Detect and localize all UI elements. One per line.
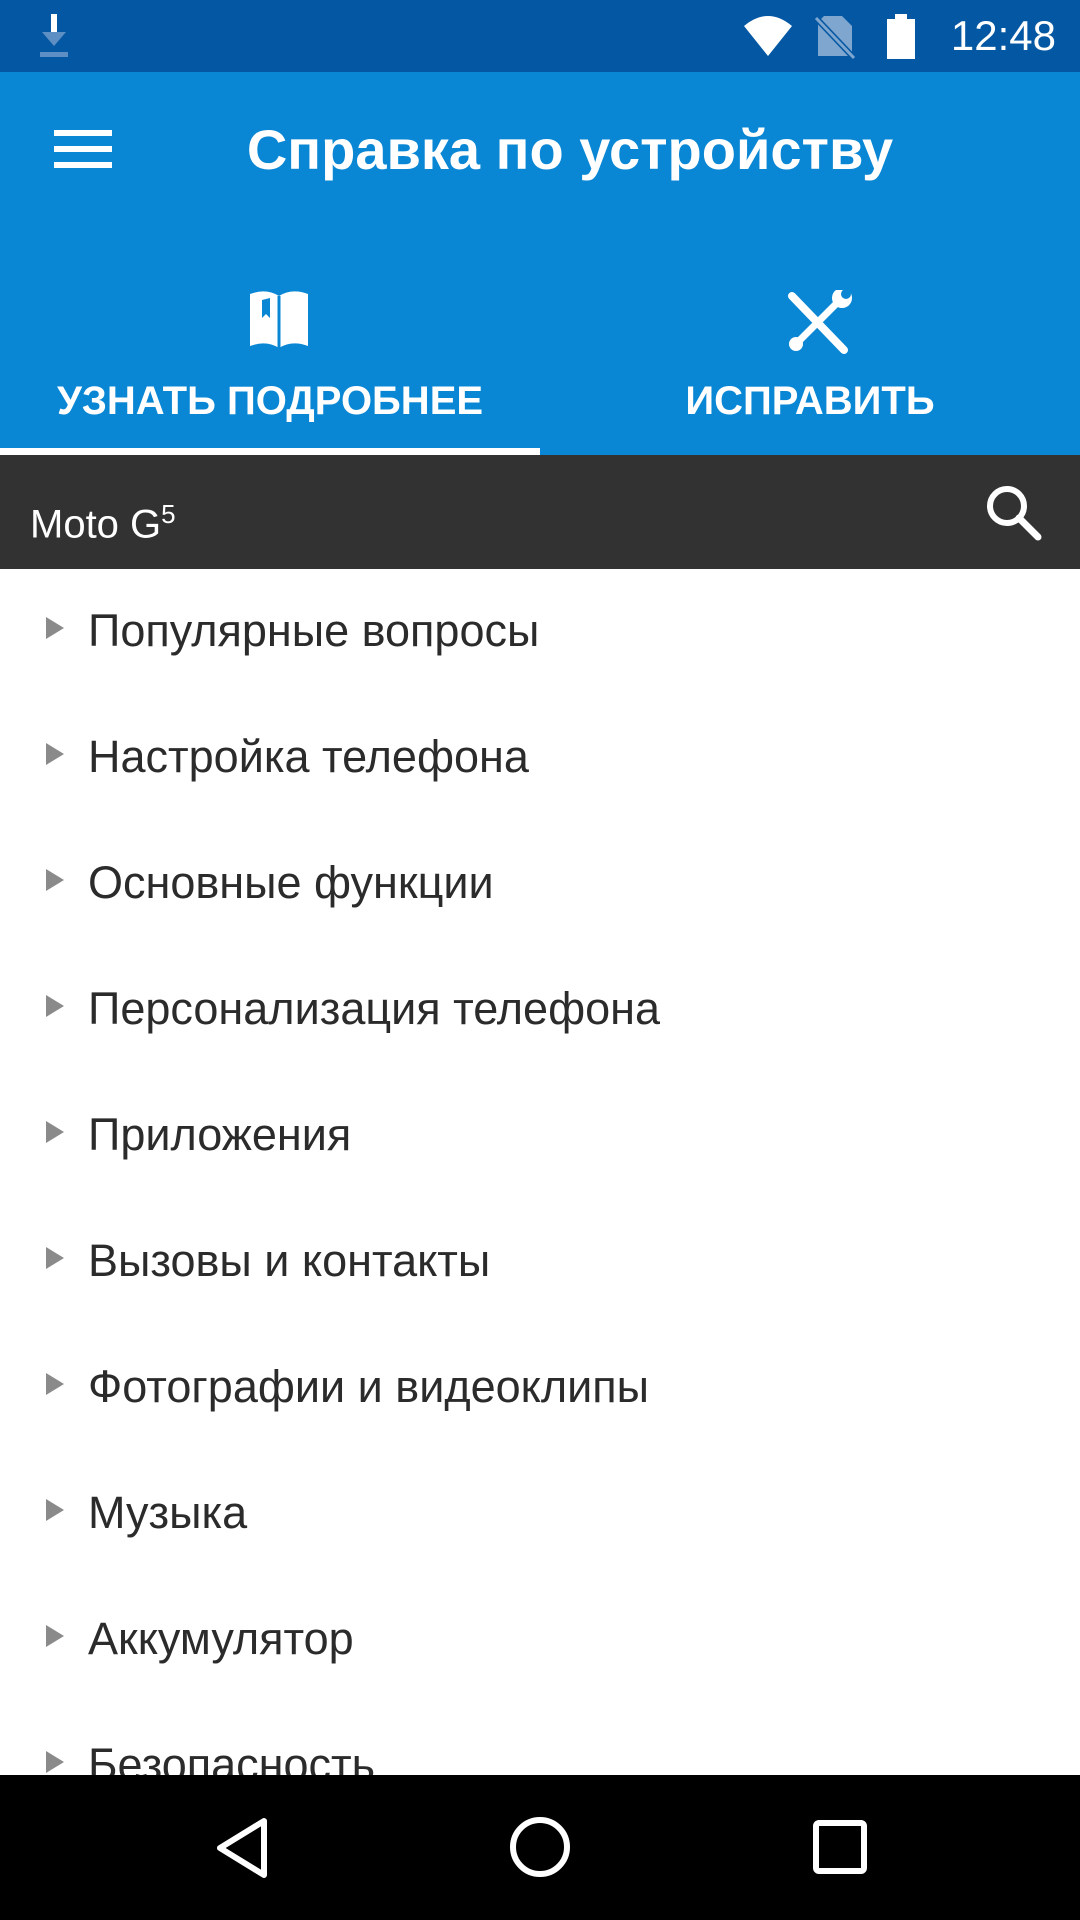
tab-indicator bbox=[0, 448, 540, 455]
no-sim-icon bbox=[814, 15, 856, 60]
list-item-label: Вызовы и контакты bbox=[88, 1235, 491, 1286]
list-item-label: Безопасность bbox=[88, 1739, 376, 1775]
list-item-label: Приложения bbox=[88, 1109, 352, 1160]
tab-fix[interactable]: ИСПРАВИТЬ bbox=[540, 288, 1080, 455]
expand-arrow-icon bbox=[46, 743, 64, 765]
home-icon[interactable] bbox=[508, 1815, 572, 1879]
wifi-icon bbox=[744, 16, 792, 56]
list-item[interactable]: Популярные вопросы bbox=[0, 569, 1080, 695]
status-clock: 12:48 bbox=[950, 12, 1056, 59]
app-title: Справка по устройству bbox=[246, 118, 894, 181]
list-item-label: Настройка телефона bbox=[88, 731, 529, 782]
list-item-label: Фотографии и видеоклипы bbox=[88, 1361, 649, 1412]
expand-arrow-icon bbox=[46, 995, 64, 1017]
tools-icon bbox=[788, 290, 852, 354]
back-icon[interactable] bbox=[212, 1815, 272, 1881]
device-name-superscript: 5 bbox=[161, 499, 176, 529]
expand-arrow-icon bbox=[46, 1247, 64, 1269]
search-icon[interactable] bbox=[984, 483, 1042, 541]
expand-arrow-icon bbox=[46, 1373, 64, 1395]
tab-label: ИСПРАВИТЬ bbox=[685, 379, 935, 423]
list-item-label: Популярные вопросы bbox=[88, 605, 540, 656]
list-item[interactable]: Персонализация телефона bbox=[0, 947, 1080, 1073]
list-item[interactable]: Музыка bbox=[0, 1451, 1080, 1577]
device-bar: Moto G5 bbox=[0, 455, 1080, 569]
expand-arrow-icon bbox=[46, 1625, 64, 1647]
list-item[interactable]: Вызовы и контакты bbox=[0, 1199, 1080, 1325]
status-bar: 12:48 bbox=[0, 0, 1080, 72]
download-icon bbox=[40, 14, 68, 57]
list-item-label: Аккумулятор bbox=[88, 1613, 354, 1664]
list-item-label: Персонализация телефона bbox=[88, 983, 660, 1034]
list-item[interactable]: Фотографии и видеоклипы bbox=[0, 1325, 1080, 1451]
tab-label: УЗНАТЬ ПОДРОБНЕЕ bbox=[56, 379, 484, 423]
list-item[interactable]: Настройка телефона bbox=[0, 695, 1080, 821]
list-item[interactable]: Безопасность bbox=[0, 1703, 1080, 1775]
device-name: Moto G5 bbox=[30, 487, 176, 546]
list-item[interactable]: Аккумулятор bbox=[0, 1577, 1080, 1703]
recents-icon[interactable] bbox=[810, 1817, 870, 1877]
battery-icon bbox=[887, 14, 915, 59]
expand-arrow-icon bbox=[46, 1751, 64, 1773]
book-icon bbox=[250, 291, 308, 348]
navigation-bar bbox=[0, 1775, 1080, 1920]
list-item-label: Музыка bbox=[88, 1487, 248, 1538]
expand-arrow-icon bbox=[46, 1499, 64, 1521]
list-item-label: Основные функции bbox=[88, 857, 494, 908]
topic-list: Популярные вопросы Настройка телефона Ос… bbox=[0, 569, 1080, 1775]
app-bar: Справка по устройству УЗНАТЬ ПОДРОБНЕЕ И… bbox=[0, 72, 1080, 455]
device-name-text: Moto G bbox=[30, 502, 162, 547]
tab-learn-more[interactable]: УЗНАТЬ ПОДРОБНЕЕ bbox=[0, 288, 540, 455]
list-item[interactable]: Основные функции bbox=[0, 821, 1080, 947]
expand-arrow-icon bbox=[46, 869, 64, 891]
list-item[interactable]: Приложения bbox=[0, 1073, 1080, 1199]
expand-arrow-icon bbox=[46, 617, 64, 639]
expand-arrow-icon bbox=[46, 1121, 64, 1143]
